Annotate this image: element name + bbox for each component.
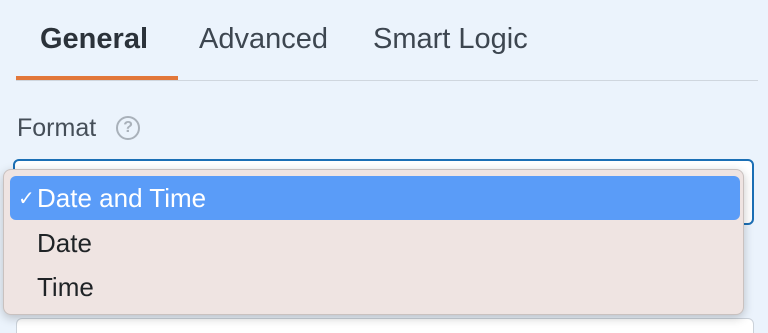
tab-general-label: General [40, 22, 148, 55]
option-date[interactable]: Date [10, 221, 740, 265]
format-field-header: Format ? [17, 112, 141, 144]
option-label: Date [37, 227, 92, 258]
tab-bar: General Advanced Smart Logic [16, 0, 758, 81]
option-time[interactable]: Time [10, 265, 740, 309]
next-field-input[interactable] [16, 318, 754, 333]
question-circle-icon[interactable]: ? [116, 116, 141, 140]
option-label: Date and Time [37, 182, 207, 213]
tab-smart-logic[interactable]: Smart Logic [373, 0, 528, 78]
format-label: Format [17, 113, 97, 142]
field-options-panel: General Advanced Smart Logic Format ? ✓ … [0, 0, 768, 333]
tab-advanced-label: Advanced [199, 22, 328, 55]
option-date-and-time[interactable]: ✓ Date and Time [10, 176, 740, 220]
option-label: Time [37, 271, 94, 302]
tab-smart-logic-label: Smart Logic [373, 22, 528, 55]
tab-general[interactable]: General [16, 0, 178, 80]
format-dropdown-menu: ✓ Date and Time Date Time [3, 169, 744, 315]
checkmark-icon: ✓ [18, 187, 35, 210]
tab-advanced[interactable]: Advanced [199, 0, 328, 78]
